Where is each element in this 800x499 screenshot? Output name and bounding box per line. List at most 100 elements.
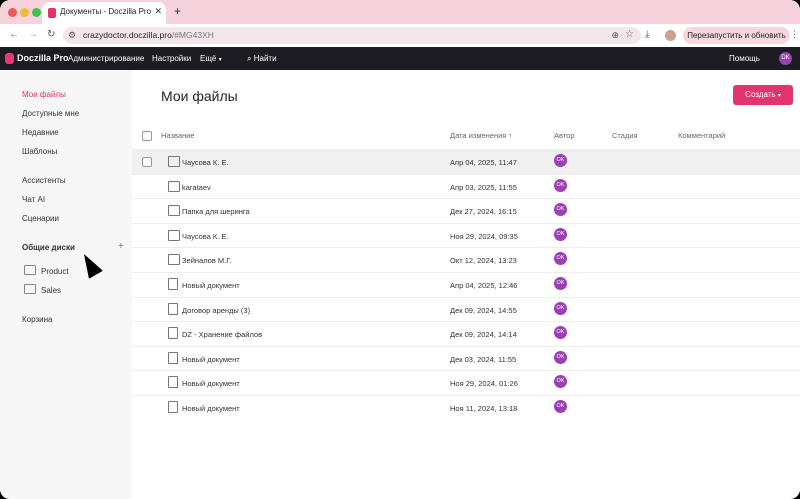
file-name[interactable]: Папка для шеринга <box>182 207 250 216</box>
table-row[interactable]: Договор аренды (3) Дек 09, 2024, 14:55 OK <box>132 296 800 322</box>
table-row[interactable]: DZ - Хранение файлов Дек 09, 2024, 14:14 O… <box>132 321 800 346</box>
file-modified-date: Дек 09, 2024, 14:14 <box>450 330 517 340</box>
sidebar-item-shared-with-me[interactable]: Доступные мне <box>22 109 79 118</box>
chevron-down-icon: ▾ <box>218 57 222 63</box>
maximize-window-icon[interactable] <box>32 8 41 17</box>
file-name[interactable]: Новый документ <box>182 281 240 290</box>
relaunch-update-button[interactable]: Перезапустить и обновить <box>683 27 790 44</box>
create-button-label: Создать <box>745 90 776 99</box>
close-window-icon[interactable] <box>8 8 17 17</box>
file-modified-date: Дек 27, 2024, 16:15 <box>450 207 517 217</box>
column-name[interactable]: Название <box>161 131 195 140</box>
table-row[interactable]: Новый документ Дек 03, 2024, 11:55 OK <box>132 345 800 371</box>
zoom-icon[interactable]: ⊕ <box>611 30 619 41</box>
help-link[interactable]: Помощь <box>729 54 760 63</box>
sidebar-item-assistants[interactable]: Ассистенты <box>22 176 66 185</box>
file-modified-date: Дек 03, 2024, 11:55 <box>450 354 517 364</box>
folder-icon <box>168 254 180 266</box>
new-tab-button[interactable]: + <box>174 4 181 18</box>
nav-search[interactable]: ⌕ Найти <box>247 54 277 64</box>
table-row[interactable]: Новый документ Ноя 29, 2024, 01:26 OK <box>132 370 800 395</box>
search-icon: ⌕ <box>247 54 252 63</box>
sidebar-item-scenarios[interactable]: Сценарии <box>22 214 59 223</box>
sidebar-item-templates[interactable]: Шаблоны <box>22 147 57 156</box>
file-modified-date: Дек 09, 2024, 14:55 <box>450 305 517 315</box>
file-name[interactable]: Чаусова К. Е. <box>182 158 229 167</box>
browser-tab[interactable]: Документы - Doczilla Pro ✕ <box>42 2 166 24</box>
table-row[interactable]: karataev Апр 03, 2025, 11:55 OK <box>132 173 800 199</box>
bookmark-star-icon[interactable]: ☆ <box>625 29 634 40</box>
sidebar-item-recent[interactable]: Недавние <box>22 128 59 137</box>
shared-drives-heading: Общие диски <box>22 243 75 252</box>
sidebar-item-trash[interactable]: Корзина <box>22 315 52 324</box>
folder-icon <box>24 284 36 294</box>
address-toolbar: ← → ↻ ⚙ crazydoctor.doczilla.pro/#MG43XH… <box>0 24 800 47</box>
app-header: Doczilla Pro Администрирование Настройки… <box>0 47 800 70</box>
shared-drive-product[interactable]: Product <box>24 265 69 276</box>
shared-drive-label: Product <box>41 267 69 276</box>
doczilla-favicon-icon <box>48 8 56 18</box>
folder-icon <box>24 265 36 275</box>
table-row[interactable]: Папка для шеринга Дек 27, 2024, 16:15 OK <box>132 198 800 223</box>
create-button[interactable]: Создать ▾ <box>733 85 793 105</box>
select-all-checkbox[interactable] <box>142 131 152 141</box>
add-shared-drive-icon[interactable]: + <box>118 241 124 252</box>
browser-menu-icon[interactable]: ⋮ <box>790 29 799 40</box>
table-row[interactable]: Чаусова К. Е. Апр 04, 2025, 11:47 OK <box>132 149 800 174</box>
table-header: Название Дата изменения ↑ Автор Стадия К… <box>132 128 800 142</box>
doczilla-logo-icon <box>5 53 14 64</box>
file-name[interactable]: Договор аренды (3) <box>182 306 250 315</box>
folder-icon <box>168 229 180 241</box>
reload-icon[interactable]: ↻ <box>47 29 55 40</box>
owner-avatar: OK <box>554 154 567 167</box>
table-row[interactable]: Чаусова К. Е. Ноя 29, 2024, 09:35 OK <box>132 222 800 248</box>
file-modified-date: Окт 12, 2024, 13:23 <box>450 256 517 266</box>
chevron-down-icon: ▾ <box>777 93 781 99</box>
column-stage[interactable]: Стадия <box>612 131 638 140</box>
address-bar[interactable]: ⚙ crazydoctor.doczilla.pro/#MG43XH ⊕ ☆ <box>63 27 641 44</box>
sidebar-item-chat-ai[interactable]: Чат AI <box>22 195 45 204</box>
shared-drive-sales[interactable]: Sales <box>24 284 61 295</box>
download-icon[interactable]: ⤓ <box>645 29 649 40</box>
file-name[interactable]: Новый документ <box>182 355 240 364</box>
sidebar-item-my-files[interactable]: Мои файлы <box>22 90 66 99</box>
back-icon[interactable]: ← <box>9 29 19 40</box>
file-modified-date: Ноя 11, 2024, 13:18 <box>450 404 518 413</box>
nav-search-label: Найти <box>253 54 277 63</box>
file-name[interactable]: Новый документ <box>182 379 240 388</box>
forward-icon[interactable]: → <box>28 29 38 40</box>
folder-icon <box>168 205 180 217</box>
user-avatar[interactable]: DK <box>779 52 792 65</box>
owner-avatar: OK <box>554 178 567 192</box>
document-icon <box>168 351 178 364</box>
file-name[interactable]: Чаусова К. Е. <box>182 232 229 241</box>
url-text: crazydoctor.doczilla.pro/#MG43XH <box>83 30 214 40</box>
tab-strip: Документы - Doczilla Pro ✕ + <box>0 0 800 24</box>
file-name[interactable]: Зейналов М.Г. <box>182 256 231 265</box>
owner-avatar: OK <box>554 326 567 340</box>
tab-close-icon[interactable]: ✕ <box>154 6 162 17</box>
file-modified-date: Апр 04, 2025, 12:46 <box>450 281 518 290</box>
owner-avatar: OK <box>554 375 567 389</box>
table-row[interactable]: Новый документ Апр 04, 2025, 12:46 OK <box>132 272 800 297</box>
shared-folder-icon <box>168 180 180 192</box>
file-name[interactable]: DZ - Хранение файлов <box>182 330 262 339</box>
nav-admin[interactable]: Администрирование <box>68 54 144 63</box>
column-author[interactable]: Автор <box>554 131 575 140</box>
file-name[interactable]: karataev <box>182 183 211 192</box>
column-modified[interactable]: Дата изменения ↑ <box>450 131 512 140</box>
site-info-icon[interactable]: ⚙ <box>68 30 76 41</box>
main-content: Мои файлы Создать ▾ Название Дата измене… <box>132 70 800 499</box>
column-comment[interactable]: Комментарий <box>678 131 725 140</box>
nav-settings[interactable]: Настройки <box>152 54 191 63</box>
nav-more[interactable]: Ещё ▾ <box>200 54 222 63</box>
table-row[interactable]: Новый документ Ноя 11, 2024, 13:18 OK <box>132 395 800 420</box>
row-checkbox[interactable] <box>142 157 152 167</box>
file-modified-date: Ноя 29, 2024, 09:35 <box>450 231 518 241</box>
file-name[interactable]: Новый документ <box>182 404 240 413</box>
minimize-window-icon[interactable] <box>20 8 29 17</box>
browser-profile-avatar[interactable] <box>665 30 676 41</box>
app-logo[interactable]: Doczilla Pro <box>17 53 69 63</box>
table-row[interactable]: Зейналов М.Г. Окт 12, 2024, 13:23 OK <box>132 247 800 272</box>
owner-avatar: OK <box>554 350 567 364</box>
